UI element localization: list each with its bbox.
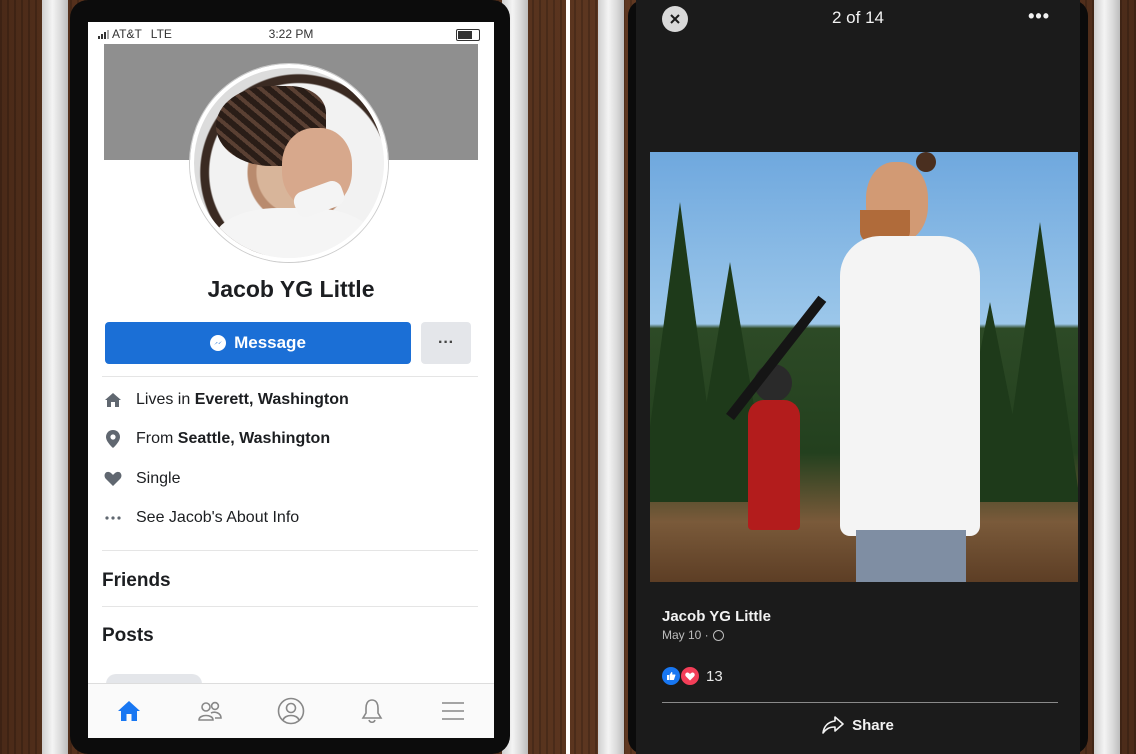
battery-icon (456, 29, 480, 41)
tab-profile[interactable] (275, 695, 307, 727)
post-date: May 10 · (662, 628, 724, 642)
post-photo[interactable] (650, 152, 1078, 582)
info-text: Single (136, 470, 181, 487)
info-text: From Seattle, Washington (136, 430, 331, 447)
profile-icon (277, 697, 305, 725)
profile-screen: AT&T LTE 3:22 PM Jacob YG Little Message… (88, 22, 494, 738)
share-icon (822, 716, 844, 734)
menu-icon (442, 702, 465, 720)
friends-icon (197, 701, 222, 721)
bell-icon (361, 699, 383, 724)
info-from[interactable]: From Seattle, Washington (104, 425, 330, 453)
divider (662, 702, 1058, 703)
info-text: See Jacob's About Info (136, 509, 300, 526)
messenger-icon (210, 335, 227, 351)
photo-viewer-screen: 2 of 14 ••• Jacob YG Little May 10 · 13 … (570, 0, 1136, 754)
info-about-link[interactable]: See Jacob's About Info (104, 504, 299, 532)
location-pin-icon (104, 430, 122, 448)
friends-heading[interactable]: Friends (102, 570, 171, 592)
love-icon (680, 666, 700, 686)
photo-counter: 2 of 14 (832, 8, 884, 27)
message-button[interactable]: Message (105, 322, 411, 364)
tab-friends[interactable] (194, 695, 226, 727)
profile-name: Jacob YG Little (207, 276, 375, 302)
profile-avatar[interactable] (190, 64, 388, 262)
phone-case-edge (42, 0, 68, 754)
home-icon (117, 701, 140, 721)
like-icon (662, 667, 680, 685)
phone-case-edge (1094, 0, 1120, 754)
tab-notifications[interactable] (356, 695, 388, 727)
tab-menu[interactable] (437, 695, 469, 727)
post-date-text: May 10 · (662, 628, 709, 642)
reactions-summary[interactable]: 13 (662, 666, 723, 686)
info-text: Lives in Everett, Washington (136, 391, 349, 408)
posts-heading[interactable]: Posts (102, 625, 154, 647)
more-options-button[interactable]: ··· (421, 322, 471, 364)
info-relationship[interactable]: Single (104, 465, 180, 493)
status-bar: AT&T LTE 3:22 PM (88, 22, 494, 46)
divider (102, 376, 478, 377)
message-button-label: Message (234, 333, 306, 352)
reaction-count: 13 (706, 667, 723, 685)
post-author[interactable]: Jacob YG Little (662, 608, 771, 625)
status-time: 3:22 PM (268, 27, 314, 41)
globe-icon (712, 629, 724, 641)
photo-options-button[interactable]: ••• (1028, 6, 1050, 27)
house-icon (104, 391, 122, 409)
ellipsis-icon (104, 509, 122, 527)
heart-icon (104, 470, 122, 488)
tab-home[interactable] (113, 695, 145, 727)
bottom-tab-bar (88, 683, 494, 738)
phone-case-edge (598, 0, 624, 754)
divider (102, 550, 478, 551)
info-lives-in[interactable]: Lives in Everett, Washington (104, 386, 349, 414)
share-button[interactable]: Share (636, 716, 1080, 734)
photo-viewer: 2 of 14 ••• Jacob YG Little May 10 · 13 … (636, 0, 1080, 754)
divider (102, 606, 478, 607)
share-label: Share (852, 716, 894, 734)
photo-profile-screen: AT&T LTE 3:22 PM Jacob YG Little Message… (0, 0, 566, 754)
